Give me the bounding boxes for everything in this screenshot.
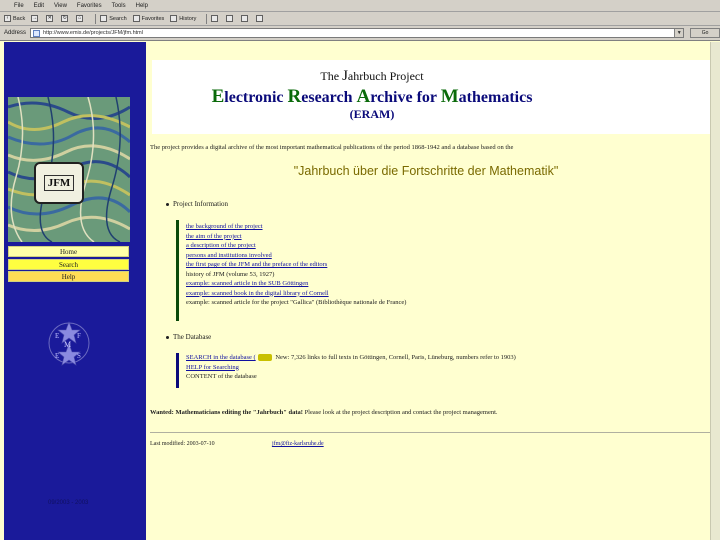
stop-icon: ✕ <box>46 15 54 22</box>
browser-window: File Edit View Favorites Tools Help ‹ Bac… <box>0 0 720 540</box>
mail-icon <box>211 15 219 22</box>
forward-button[interactable]: → <box>31 15 40 22</box>
project-links-list: the background of the project the aim of… <box>186 222 406 308</box>
menu-view[interactable]: View <box>54 3 67 9</box>
link-content[interactable]: CONTENT of the database <box>186 372 516 382</box>
address-label: Address <box>4 30 27 36</box>
toolbar-separator <box>95 13 97 24</box>
refresh-icon: ↻ <box>61 15 69 22</box>
edit-button[interactable] <box>241 15 250 22</box>
efm-letter-m: M <box>64 340 71 349</box>
favorites-icon <box>132 15 140 22</box>
stop-button[interactable]: ✕ <box>46 15 55 22</box>
bullet-icon <box>166 202 169 206</box>
toolbar: ‹ Back → ✕ ↻ ⌂ Search Favorites History <box>0 12 720 26</box>
home-icon: ⌂ <box>76 15 84 22</box>
efm-logo-icon: E F M E S <box>48 321 90 366</box>
eram-title: Electronic Research Archive for Mathemat… <box>211 86 533 107</box>
page-icon <box>33 30 41 37</box>
main-frame: The Jahrbuch Project Electronic Research… <box>146 42 720 540</box>
history-button[interactable]: History <box>170 15 196 22</box>
address-bar: Address http://www.emis.de/projects/JFM/… <box>0 26 720 41</box>
search-button[interactable]: Search <box>100 15 127 22</box>
section-bar <box>176 220 179 321</box>
text-history: history of JFM (volume 53, 1927) <box>186 270 275 278</box>
address-value: http://www.emis.de/projects/JFM/jfm.html <box>43 30 143 36</box>
jahrbuch-title: "Jahrbuch über die Fortschritte der Math… <box>293 164 559 178</box>
link-background[interactable]: the background of the project <box>186 222 406 232</box>
favorites-button[interactable]: Favorites <box>132 15 164 22</box>
nav-home-button[interactable]: Home <box>8 246 129 257</box>
menu-favorites[interactable]: Favorites <box>77 3 102 9</box>
search-database-line: SEARCH in the database ( New: 7,326 link… <box>186 354 516 362</box>
link-first-page[interactable]: the first page of the JFM and the prefac… <box>186 260 406 270</box>
menu-tools[interactable]: Tools <box>112 3 126 9</box>
database-links-list: SEARCH in the database ( New: 7,326 link… <box>186 353 516 382</box>
section-bar <box>176 353 179 388</box>
efm-letter-s: S <box>77 352 81 360</box>
efm-letter-e: E <box>55 332 59 340</box>
menu-help[interactable]: Help <box>136 3 148 9</box>
menu-file[interactable]: File <box>14 3 24 9</box>
mail-button[interactable] <box>211 15 220 22</box>
link-persons[interactable]: persons and institutions involved <box>186 251 406 261</box>
link-help-searching[interactable]: HELP for Searching <box>186 363 516 373</box>
menu-edit[interactable]: Edit <box>34 3 44 9</box>
go-button[interactable]: Go <box>690 28 720 38</box>
back-button[interactable]: ‹ Back <box>4 15 25 22</box>
link-aim[interactable]: the aim of the project <box>186 232 406 242</box>
search-icon <box>100 15 108 22</box>
divider <box>150 432 710 433</box>
edit-icon <box>241 15 249 22</box>
history-icon <box>170 15 178 22</box>
efm-letter-e2: E <box>55 352 59 360</box>
link-example-cornell[interactable]: example: scanned book in the digital lib… <box>186 289 406 299</box>
discuss-button[interactable] <box>256 15 265 22</box>
left-footer-text: 09/2003 - 2003 <box>48 500 89 506</box>
intro-text: The project provides a digital archive o… <box>150 144 514 151</box>
menu-bar: File Edit View Favorites Tools Help <box>0 0 720 12</box>
vertical-scrollbar[interactable] <box>710 42 720 540</box>
bullet-icon <box>166 335 169 339</box>
print-icon <box>226 15 234 22</box>
link-example-gottingen[interactable]: example: scanned article in the SUB Gött… <box>186 279 406 289</box>
chevron-down-icon[interactable]: ▼ <box>674 29 684 37</box>
refresh-button[interactable]: ↻ <box>61 15 70 22</box>
link-search-database[interactable]: SEARCH in the database ( <box>186 354 256 361</box>
print-button[interactable] <box>226 15 235 22</box>
eram-abbreviation: (ERAM) <box>349 107 395 121</box>
nav-search-button[interactable]: Search <box>8 259 129 270</box>
forward-arrow-icon: → <box>31 15 39 22</box>
new-badge-icon <box>257 354 272 362</box>
text-example-gallica: example: scanned article for the project… <box>186 299 407 306</box>
last-modified: Last modified: 2003-07-10 <box>150 441 215 447</box>
section-project-information: Project Information <box>166 200 228 208</box>
section-database: The Database <box>166 333 211 341</box>
discuss-icon <box>256 15 264 22</box>
project-title: The Jahrbuch Project <box>320 68 424 84</box>
wanted-notice: Wanted: Mathematicians editing the "Jahr… <box>150 409 498 416</box>
efm-letter-f: F <box>77 332 81 340</box>
back-arrow-icon: ‹ <box>4 15 11 22</box>
nav-help-button[interactable]: Help <box>8 271 129 282</box>
home-button[interactable]: ⌂ <box>76 15 85 22</box>
left-frame: JFM Home Search Help E F M E S 09/2003 -… <box>0 42 146 540</box>
title-box: The Jahrbuch Project Electronic Research… <box>152 60 712 134</box>
link-description[interactable]: a description of the project <box>186 241 406 251</box>
toolbar-separator <box>206 13 208 24</box>
address-input[interactable]: http://www.emis.de/projects/JFM/jfm.html… <box>30 28 685 38</box>
contact-email-link[interactable]: jfm@fiz-karlsruhe.de <box>272 441 324 447</box>
jfm-logo: JFM <box>34 162 84 204</box>
